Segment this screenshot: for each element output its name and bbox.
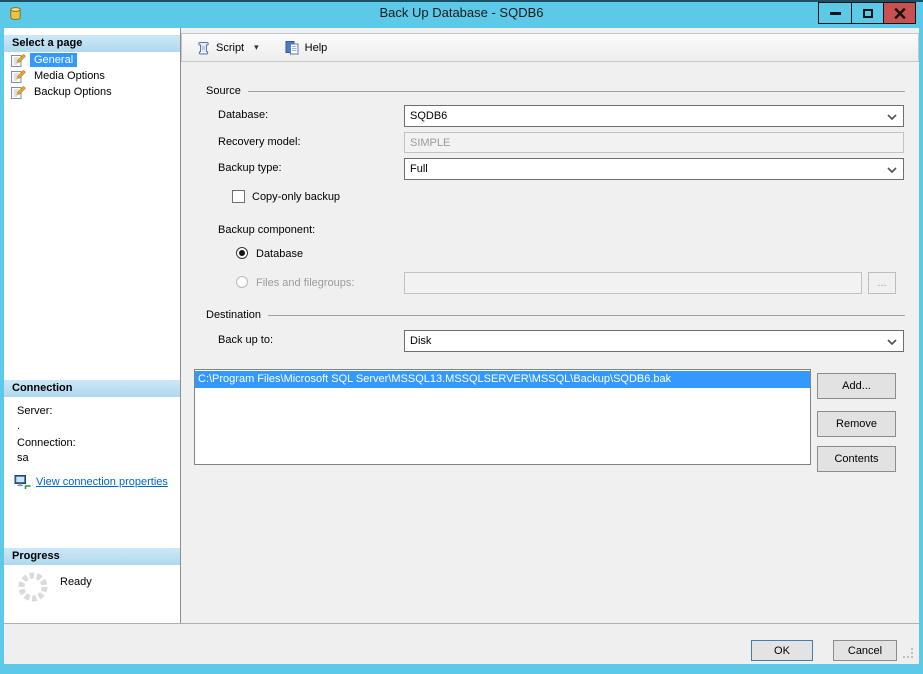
source-group-header: Source: [206, 85, 905, 97]
main-panel: Script ▾ Help: [181, 28, 919, 623]
sidebar-item-label: General: [30, 53, 77, 67]
database-combobox[interactable]: SQDB6: [404, 105, 904, 127]
database-radio-label: Database: [256, 247, 303, 261]
backup-destinations-list[interactable]: C:\Program Files\Microsoft SQL Server\MS…: [194, 369, 811, 465]
server-label: Server:: [17, 405, 52, 418]
view-connection-properties-link[interactable]: View connection properties: [14, 474, 168, 490]
database-label: Database:: [218, 108, 268, 122]
page-edit-icon: [10, 68, 26, 84]
chevron-down-icon: [887, 339, 897, 345]
script-dropdown-arrow[interactable]: ▾: [252, 42, 261, 53]
ok-button-label: OK: [774, 645, 790, 657]
sidebar-item-media-options[interactable]: Media Options: [10, 68, 109, 84]
copy-only-label: Copy-only backup: [252, 190, 340, 204]
progress-header: Progress: [4, 548, 180, 565]
copy-only-checkbox[interactable]: [232, 190, 245, 203]
resize-grip[interactable]: [903, 648, 914, 659]
chevron-down-icon: [887, 167, 897, 173]
sidebar-item-general[interactable]: General: [10, 52, 77, 68]
close-icon: [894, 8, 906, 19]
add-button-label: Add...: [842, 380, 871, 392]
files-filegroups-radio: [236, 276, 248, 288]
progress-spinner-icon: [16, 570, 50, 607]
browse-files-button: ...: [868, 272, 896, 294]
cancel-button-label: Cancel: [848, 645, 882, 657]
script-label: Script: [216, 42, 244, 54]
server-value: .: [17, 420, 20, 433]
back-up-to-combobox-value: Disk: [410, 335, 431, 347]
recovery-model-label: Recovery model:: [218, 135, 301, 149]
back-up-to-label: Back up to:: [218, 333, 273, 347]
chevron-down-icon: [887, 114, 897, 120]
help-button[interactable]: Help: [281, 38, 331, 58]
backup-type-combobox[interactable]: Full: [404, 158, 904, 180]
destination-group-header: Destination: [206, 309, 905, 321]
backup-path-item[interactable]: C:\Program Files\Microsoft SQL Server\MS…: [195, 371, 810, 388]
sidebar: Select a page General: [4, 28, 181, 623]
database-combobox-value: SQDB6: [410, 110, 447, 122]
remove-button-label: Remove: [836, 418, 877, 430]
help-book-icon: [284, 40, 300, 56]
recovery-model-value: SIMPLE: [410, 137, 450, 149]
destination-group-label: Destination: [206, 309, 261, 321]
backup-type-combobox-value: Full: [410, 163, 428, 175]
backup-component-label: Backup component:: [218, 223, 315, 237]
title-bar: Back Up Database - SQDB6: [0, 2, 923, 26]
page-edit-icon: [10, 84, 26, 100]
script-button[interactable]: Script: [192, 38, 247, 58]
back-up-to-combobox[interactable]: Disk: [404, 330, 904, 352]
close-button[interactable]: [883, 3, 915, 23]
help-label: Help: [305, 42, 328, 54]
minimize-button[interactable]: [819, 3, 851, 23]
ok-button[interactable]: OK: [751, 640, 813, 661]
window-title: Back Up Database - SQDB6: [0, 5, 923, 20]
connection-header: Connection: [4, 380, 180, 397]
contents-button[interactable]: Contents: [817, 446, 896, 472]
connection-label: Connection:: [17, 437, 76, 450]
files-filegroups-field: [404, 272, 862, 294]
remove-button[interactable]: Remove: [817, 411, 896, 437]
page-edit-icon: [10, 52, 26, 68]
toolbar: Script ▾ Help: [181, 33, 919, 62]
backup-database-dialog: Back Up Database - SQDB6 Select a page: [0, 0, 923, 674]
backup-type-label: Backup type:: [218, 161, 282, 175]
footer: OK Cancel: [4, 623, 919, 664]
minimize-icon: [830, 12, 841, 15]
script-scroll-icon: [195, 40, 211, 56]
contents-button-label: Contents: [834, 453, 878, 465]
sidebar-item-backup-options[interactable]: Backup Options: [10, 84, 116, 100]
sidebar-item-label: Media Options: [30, 69, 109, 83]
group-rule: [268, 315, 905, 316]
view-connection-properties-label: View connection properties: [36, 476, 168, 488]
window-controls: [818, 2, 916, 24]
add-button[interactable]: Add...: [817, 373, 896, 399]
browse-files-label: ...: [877, 277, 886, 289]
source-group-label: Source: [206, 85, 241, 97]
database-radio[interactable]: [236, 247, 248, 259]
connection-value: sa: [17, 452, 29, 465]
group-rule: [248, 91, 905, 92]
dialog-body: Select a page General: [4, 28, 919, 664]
files-filegroups-label: Files and filegroups:: [256, 276, 354, 290]
progress-status: Ready: [60, 576, 92, 589]
maximize-button[interactable]: [851, 3, 883, 23]
cancel-button[interactable]: Cancel: [833, 640, 897, 661]
recovery-model-field: SIMPLE: [404, 132, 904, 153]
sidebar-item-label: Backup Options: [30, 85, 116, 99]
select-a-page-header: Select a page: [4, 35, 180, 52]
computer-connection-icon: [14, 474, 31, 490]
maximize-icon: [863, 9, 873, 18]
